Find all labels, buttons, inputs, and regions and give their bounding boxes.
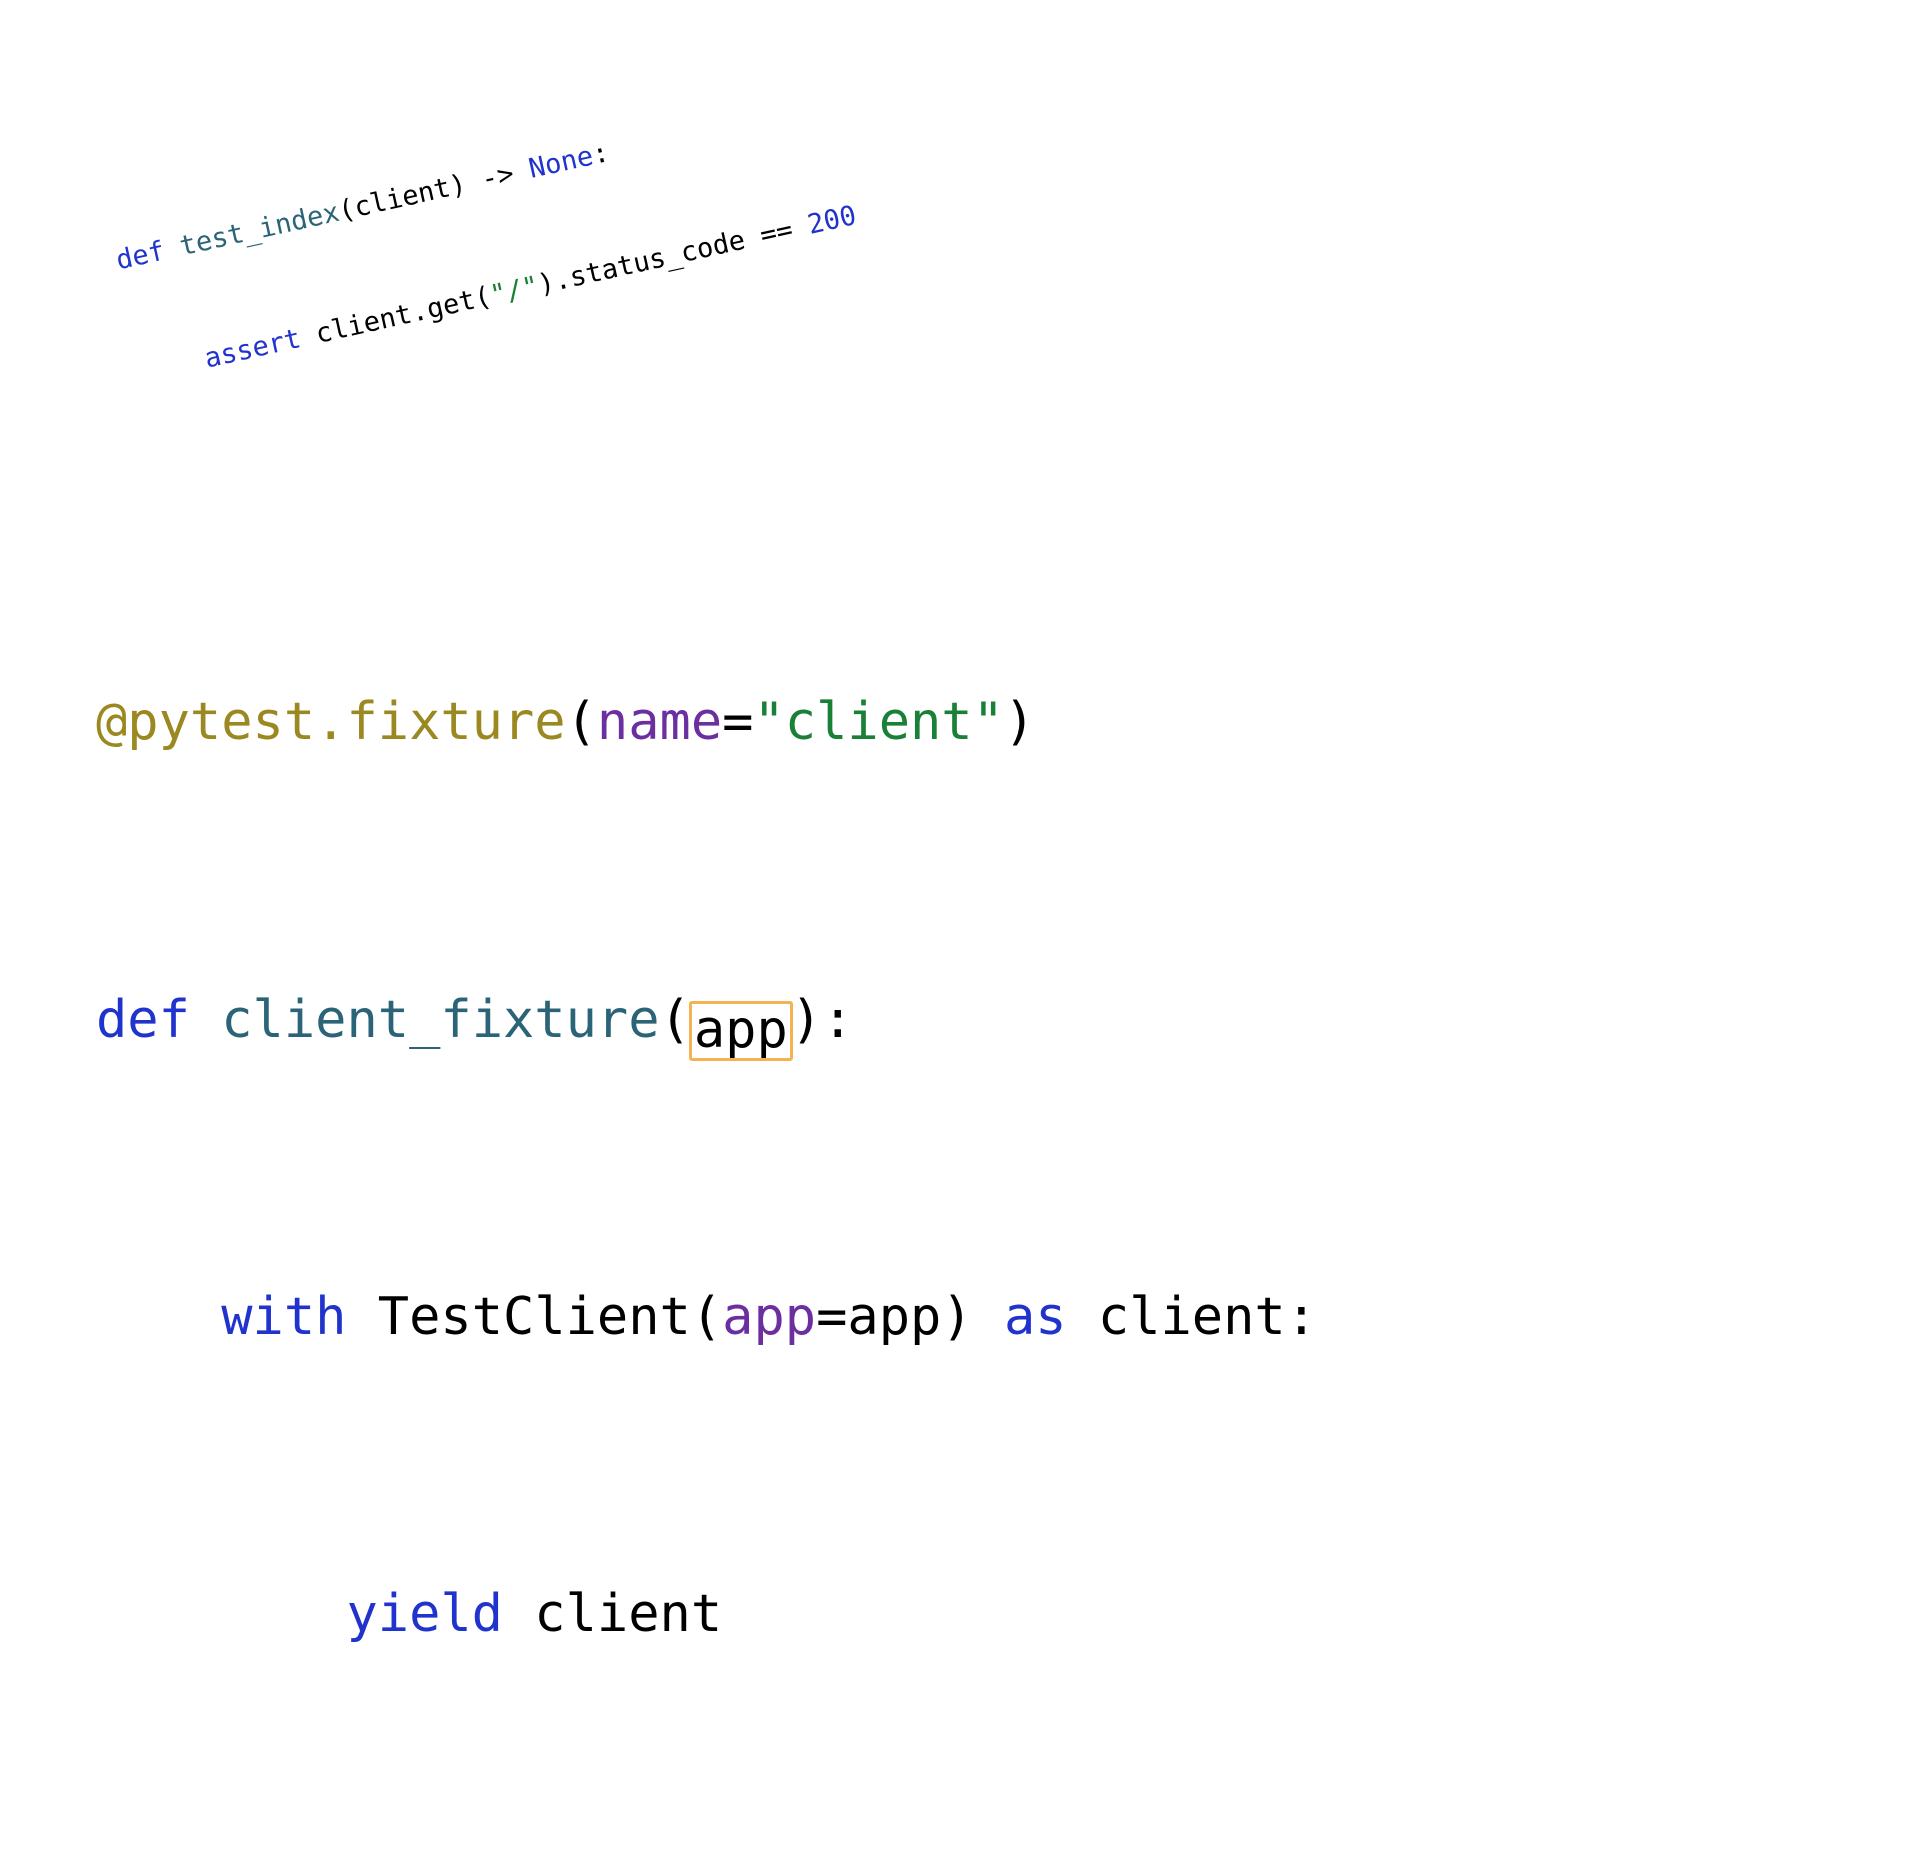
token-string-path: "/" bbox=[487, 270, 542, 311]
token-arg-app: app bbox=[847, 1286, 942, 1347]
token-keyword-as: as bbox=[1003, 1286, 1067, 1347]
token-kwarg-app: app bbox=[722, 1286, 817, 1347]
code-line-with: with TestClient(app=app) as client: bbox=[96, 1280, 1317, 1354]
token-paren-close: ) bbox=[790, 989, 823, 1050]
token-keyword-def: def bbox=[113, 235, 168, 277]
token-keyword-none: None bbox=[525, 140, 597, 185]
token-keyword-def: def bbox=[96, 989, 190, 1050]
token-keyword-with: with bbox=[221, 1286, 347, 1347]
token-paren-close: ) bbox=[1003, 692, 1036, 753]
code-line-def: def client_fixture(app): bbox=[96, 983, 1317, 1061]
token-expression-a: client.get( bbox=[296, 280, 495, 354]
token-paren-open: ( bbox=[659, 989, 691, 1050]
token-equals: = bbox=[816, 1286, 848, 1347]
token-paren-close: ) bbox=[941, 1286, 973, 1347]
code-canvas: def test_index(client) -> None: assert c… bbox=[0, 0, 1920, 1645]
token-decorator: @pytest.fixture bbox=[96, 692, 566, 753]
token-value-client: client bbox=[503, 1584, 723, 1645]
token-function-name: test_index bbox=[160, 196, 343, 266]
code-line-decorator: @pytest.fixture(name="client") bbox=[96, 685, 1317, 759]
token-keyword-yield: yield bbox=[346, 1584, 503, 1645]
token-target-client: client: bbox=[1066, 1286, 1318, 1347]
token-string-client: "client" bbox=[753, 692, 1004, 753]
main-code-block: @pytest.fixture(name="client") def clien… bbox=[96, 462, 1317, 1875]
token-paren-open: ( bbox=[565, 692, 597, 753]
token-class-testclient: TestClient bbox=[377, 1286, 691, 1347]
token-number-200: 200 bbox=[804, 199, 860, 241]
rotated-code-snippet: def test_index(client) -> None: assert c… bbox=[96, 10, 877, 468]
token-function-client-fixture: client_fixture bbox=[221, 989, 660, 1050]
token-colon: : bbox=[822, 989, 854, 1050]
token-params: (client) -> bbox=[335, 154, 533, 227]
token-equals: = bbox=[722, 692, 754, 753]
token-kwarg-name: name bbox=[596, 692, 723, 753]
highlighted-param-app[interactable]: app bbox=[688, 1000, 793, 1061]
token-expression-b: ).status_code == bbox=[534, 210, 812, 301]
token-keyword-assert: assert bbox=[201, 322, 304, 375]
code-line-yield: yield client bbox=[96, 1577, 1317, 1651]
token-paren-open: ( bbox=[690, 1286, 723, 1347]
